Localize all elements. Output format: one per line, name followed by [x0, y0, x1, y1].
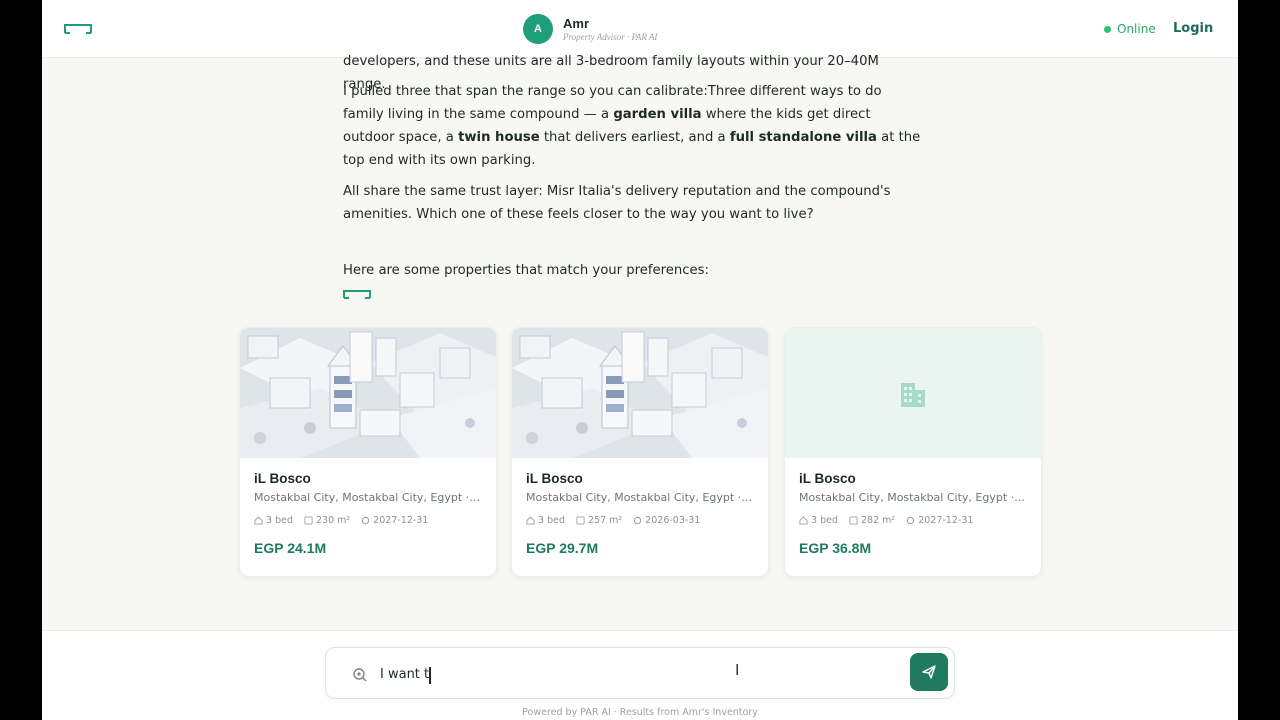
delivery-meta: 2027-12-31: [361, 515, 428, 526]
property-price: EGP 24.1M: [254, 540, 327, 556]
property-price: EGP 36.8M: [799, 540, 872, 556]
delivery-meta: 2026-03-31: [633, 515, 700, 526]
property-location: Mostakbal City, Mostakbal City, Egypt · …: [526, 491, 754, 504]
beds-meta: 3 bed: [254, 515, 293, 526]
ibeam-cursor-icon: I: [735, 661, 740, 679]
building-placeholder-icon: [901, 383, 925, 407]
chat-composer: I: [325, 647, 955, 699]
property-image: [240, 328, 496, 458]
search-ai-icon: [353, 668, 367, 682]
chat-message-paragraph: I pulled three that span the range so yo…: [343, 80, 923, 172]
area-value: 257 m²: [587, 515, 623, 526]
avatar: A: [523, 14, 553, 44]
delivery-value: 2027-12-31: [918, 515, 974, 526]
advisor-name: Amr: [563, 16, 590, 31]
property-card[interactable]: iL Bosco Mostakbal City, Mostakbal City,…: [784, 327, 1042, 577]
property-card[interactable]: iL Bosco Mostakbal City, Mostakbal City,…: [239, 327, 497, 577]
delivery-value: 2027-12-31: [373, 515, 429, 526]
bracket-logo-icon: [343, 290, 371, 299]
area-meta: 282 m²: [849, 515, 895, 526]
property-location: Mostakbal City, Mostakbal City, Egypt · …: [799, 491, 1027, 504]
advisor-header: A Amr Property Advisor · PAR AI: [523, 14, 657, 44]
footer-note: Powered by PAR AI · Results from Amr's I…: [522, 707, 758, 718]
property-details: iL Bosco Mostakbal City, Mostakbal City,…: [785, 458, 1041, 556]
home-icon: [526, 516, 535, 525]
calendar-pin-icon: [907, 516, 915, 525]
beds-value: 3 bed: [538, 515, 565, 526]
message-text: that delivers earliest, and a: [539, 130, 730, 145]
login-button[interactable]: Login: [1173, 21, 1213, 36]
online-status: Online: [1104, 22, 1156, 36]
area-icon: [304, 516, 313, 525]
property-image: [512, 328, 768, 458]
property-details: iL Bosco Mostakbal City, Mostakbal City,…: [240, 458, 496, 556]
property-name: iL Bosco: [254, 471, 311, 486]
home-icon: [799, 516, 808, 525]
area-value: 230 m²: [315, 515, 351, 526]
chat-message-paragraph: All share the same trust layer: Misr Ita…: [343, 184, 891, 222]
area-value: 282 m²: [860, 515, 896, 526]
message-bold: garden villa: [613, 107, 702, 122]
message-bold: twin house: [458, 130, 540, 145]
composer-bar: I Powered by PAR AI · Results from Amr's…: [42, 630, 1238, 720]
home-icon: [254, 516, 263, 525]
beds-value: 3 bed: [811, 515, 838, 526]
area-icon: [849, 516, 858, 525]
property-meta: 3 bed 257 m² 2026-03-31: [526, 515, 754, 526]
advisor-info: Amr Property Advisor · PAR AI: [563, 16, 657, 42]
property-card[interactable]: iL Bosco Mostakbal City, Mostakbal City,…: [511, 327, 769, 577]
area-meta: 257 m²: [576, 515, 622, 526]
message-bold: full standalone villa: [729, 130, 877, 145]
chat-input[interactable]: [380, 662, 880, 686]
send-icon: [922, 665, 936, 679]
status-label: Online: [1117, 22, 1156, 36]
property-meta: 3 bed 282 m² 2027-12-31: [799, 515, 1027, 526]
calendar-pin-icon: [634, 516, 642, 525]
property-price: EGP 29.7M: [526, 540, 599, 556]
advisor-role: Property Advisor · PAR AI: [563, 32, 658, 42]
bracket-logo-icon[interactable]: [64, 24, 92, 34]
property-image-placeholder: [785, 328, 1041, 458]
delivery-meta: 2027-12-31: [906, 515, 973, 526]
delivery-value: 2026-03-31: [645, 515, 701, 526]
property-details: iL Bosco Mostakbal City, Mostakbal City,…: [512, 458, 768, 556]
results-intro: Here are some properties that match your…: [343, 263, 709, 278]
status-dot: [1104, 25, 1111, 33]
property-location: Mostakbal City, Mostakbal City, Egypt · …: [254, 491, 482, 504]
send-button[interactable]: [910, 653, 948, 691]
beds-value: 3 bed: [266, 515, 293, 526]
app-window: A Amr Property Advisor · PAR AI Online L…: [42, 0, 1238, 720]
text-caret: [429, 667, 431, 684]
property-name: iL Bosco: [526, 471, 583, 486]
property-meta: 3 bed 230 m² 2027-12-31: [254, 515, 482, 526]
area-meta: 230 m²: [304, 515, 350, 526]
property-name: iL Bosco: [799, 471, 856, 486]
calendar-pin-icon: [362, 516, 370, 525]
beds-meta: 3 bed: [526, 515, 565, 526]
area-icon: [576, 516, 585, 525]
beds-meta: 3 bed: [799, 515, 838, 526]
